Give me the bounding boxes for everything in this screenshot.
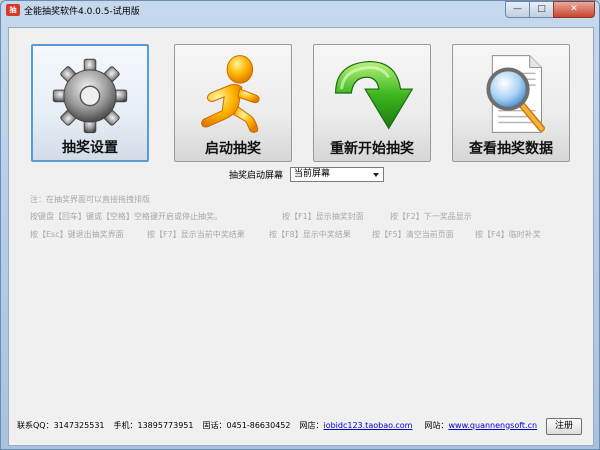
minimize-button[interactable]: —	[505, 1, 530, 18]
hint-f8: 按【F8】显示中奖结果	[269, 230, 351, 239]
curved-arrow-icon	[335, 60, 414, 130]
site-label: 网站：	[424, 420, 449, 430]
main-panel: 抽奖设置 启动抽奖 重新开始抽奖 查看抽奖数据 抽奖启动屏幕 当前屏幕 注：在抽…	[8, 27, 594, 446]
running-man-icon	[201, 55, 260, 133]
tile-label: 重新开始抽奖	[330, 141, 414, 157]
website-link[interactable]: www.quannengsoft.cn	[448, 421, 537, 430]
tile-label: 启动抽奖	[205, 141, 261, 157]
tile-label: 查看抽奖数据	[469, 141, 553, 157]
tel-value: 0451-86630452	[226, 420, 291, 430]
launch-screen-value: 当前屏幕	[294, 169, 331, 179]
title-bar[interactable]: 抽 全能抽奖软件4.0.0.5-试用版 — □ ✕	[1, 1, 599, 20]
qq-value: 3147325531	[53, 420, 105, 430]
tel-label: 固话：	[202, 420, 227, 430]
gear-icon	[52, 58, 128, 134]
lottery-settings-button[interactable]: 抽奖设置	[31, 44, 149, 162]
shop-link[interactable]: iobidc123.taobao.com	[323, 421, 412, 430]
app-logo-icon: 抽	[6, 4, 20, 16]
hint-enter-space: 按键盘【回车】键或【空格】空格键开启或停止抽奖。	[30, 212, 222, 221]
window-controls: — □ ✕	[505, 1, 595, 18]
hint-f2: 按【F2】下一奖品显示	[390, 212, 472, 221]
restart-lottery-button[interactable]: 重新开始抽奖	[313, 44, 431, 162]
hint-f7: 按【F7】显示当前中奖结果	[147, 230, 245, 239]
app-window: 抽 全能抽奖软件4.0.0.5-试用版 — □ ✕ 抽奖设置 启动抽奖 重新开始…	[0, 0, 600, 450]
window-title: 全能抽奖软件4.0.0.5-试用版	[24, 7, 140, 17]
register-button[interactable]: 注册	[546, 418, 582, 435]
maximize-button[interactable]: □	[529, 1, 554, 18]
tile-label: 抽奖设置	[62, 140, 118, 156]
qq-label: 联系QQ：	[17, 420, 54, 430]
contact-footer: 联系QQ： 3147325531 手机： 13895773951 固话： 045…	[17, 416, 587, 434]
start-lottery-button[interactable]: 启动抽奖	[174, 44, 292, 162]
close-button[interactable]: ✕	[553, 1, 595, 18]
document-magnifier-icon	[486, 55, 545, 133]
shop-label: 网店：	[299, 420, 324, 430]
chevron-down-icon	[373, 173, 380, 177]
hint-f5: 按【F5】清空当前页面	[372, 230, 454, 239]
launch-screen-select[interactable]: 当前屏幕	[290, 167, 385, 182]
launch-screen-label: 抽奖启动屏幕	[229, 171, 284, 181]
hint-f1: 按【F1】显示抽奖封面	[282, 212, 364, 221]
hint-f4: 按【F4】临时补奖	[475, 230, 541, 239]
phone-label: 手机：	[113, 420, 138, 430]
phone-value: 13895773951	[137, 420, 194, 430]
view-lottery-data-button[interactable]: 查看抽奖数据	[452, 44, 570, 162]
hint-drag-layout: 注：在抽奖界面可以直接拖拽排版	[30, 195, 150, 204]
launch-screen-row: 抽奖启动屏幕 当前屏幕	[229, 167, 385, 182]
hint-esc: 按【Esc】键退出抽奖界面	[30, 230, 124, 239]
